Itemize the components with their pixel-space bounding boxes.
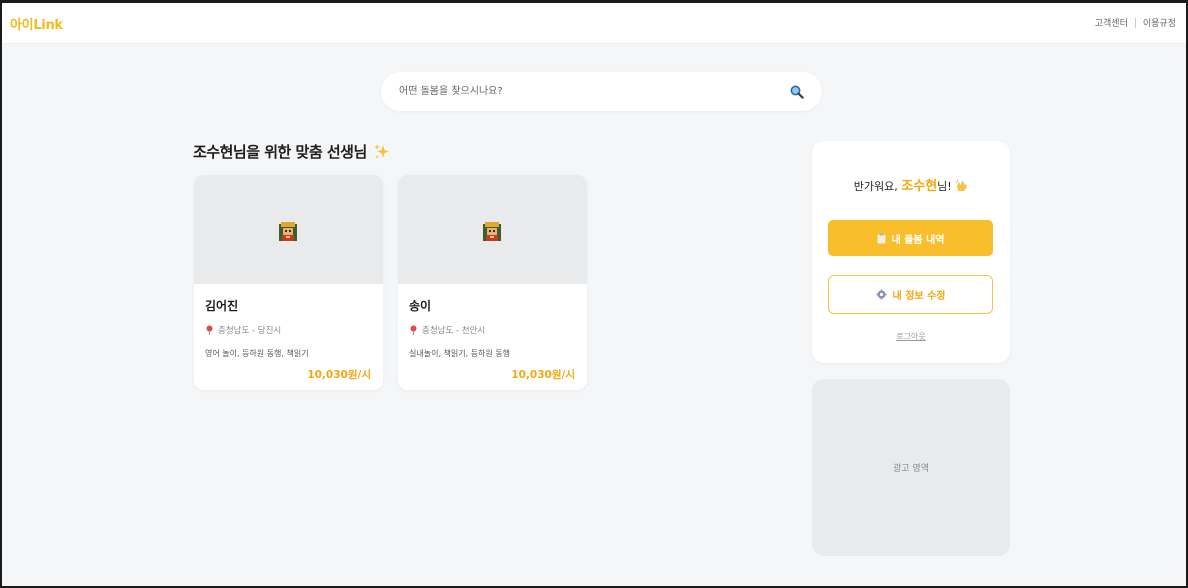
logout-link[interactable]: 로그아웃 [812, 331, 1010, 342]
search-input[interactable] [399, 83, 779, 100]
teacher-location-text: 충청남도 - 천안시 [422, 326, 486, 336]
teacher-photo-placeholder [194, 175, 383, 284]
teacher-name: 김어진 [205, 299, 239, 313]
teacher-location: 충청남도 - 천안시 [409, 324, 485, 336]
gear-icon [876, 289, 887, 300]
my-care-history-button[interactable]: 내 돌봄 내역 [828, 220, 993, 256]
customer-center-link[interactable]: 고객센터 [1095, 16, 1128, 29]
search-bar [381, 72, 822, 111]
teacher-price: 10,030원/시 [307, 369, 371, 381]
teacher-card[interactable]: 송이 충청남도 - 천안시 실내놀이, 책읽기, 등하원 동행 10,030원/… [398, 175, 587, 390]
teacher-tags: 실내놀이, 책읽기, 등하원 동행 [409, 349, 511, 358]
teacher-price: 10,030원/시 [511, 369, 575, 381]
terms-link[interactable]: 이용규정 [1143, 16, 1176, 29]
header-links: 고객센터 이용규정 [1095, 16, 1176, 29]
ad-label: 광고 영역 [893, 464, 929, 474]
edit-my-info-button[interactable]: 내 정보 수정 [828, 275, 993, 314]
header-divider [1134, 17, 1136, 28]
teacher-card[interactable]: 김어진 충청남도 - 당진시 영어 놀이, 등하원 동행, 책읽기 10,030… [194, 175, 383, 390]
teacher-location: 충청남도 - 당진시 [205, 324, 281, 336]
ad-area: 광고 영역 [812, 379, 1010, 556]
user-name: 조수현 [901, 179, 938, 194]
teacher-photo-placeholder [398, 175, 587, 284]
edit-my-info-label: 내 정보 수정 [892, 291, 946, 302]
greeting: 반가워요, 조수현님! [812, 175, 1010, 194]
top-header: 아이Link 고객센터 이용규정 [0, 0, 1188, 44]
welcome-panel: 반가워요, 조수현님! 내 돌봄 내역 내 정보 수정 로그아웃 [812, 141, 1010, 363]
clipboard-icon [877, 233, 886, 243]
teacher-tags: 영어 놀이, 등하원 동행, 책읽기 [205, 349, 309, 358]
waving-hand-icon [955, 179, 968, 191]
teacher-avatar-icon [279, 222, 297, 241]
search-icon[interactable] [790, 85, 804, 99]
section-title-text: 조수현님을 위한 맞춤 선생님 [193, 143, 367, 161]
greeting-prefix: 반가워요, [853, 180, 902, 193]
sparkle-icon [373, 143, 389, 159]
my-care-history-label: 내 돌봄 내역 [891, 234, 945, 246]
location-pin-icon [410, 325, 417, 335]
teacher-avatar-icon [483, 222, 501, 241]
app-logo[interactable]: 아이Link [10, 14, 63, 33]
teacher-location-text: 충청남도 - 당진시 [218, 326, 282, 336]
greeting-suffix: 님! [937, 180, 952, 193]
section-title: 조수현님을 위한 맞춤 선생님 [193, 141, 391, 162]
location-pin-icon [206, 325, 213, 335]
teacher-name: 송이 [409, 299, 432, 313]
